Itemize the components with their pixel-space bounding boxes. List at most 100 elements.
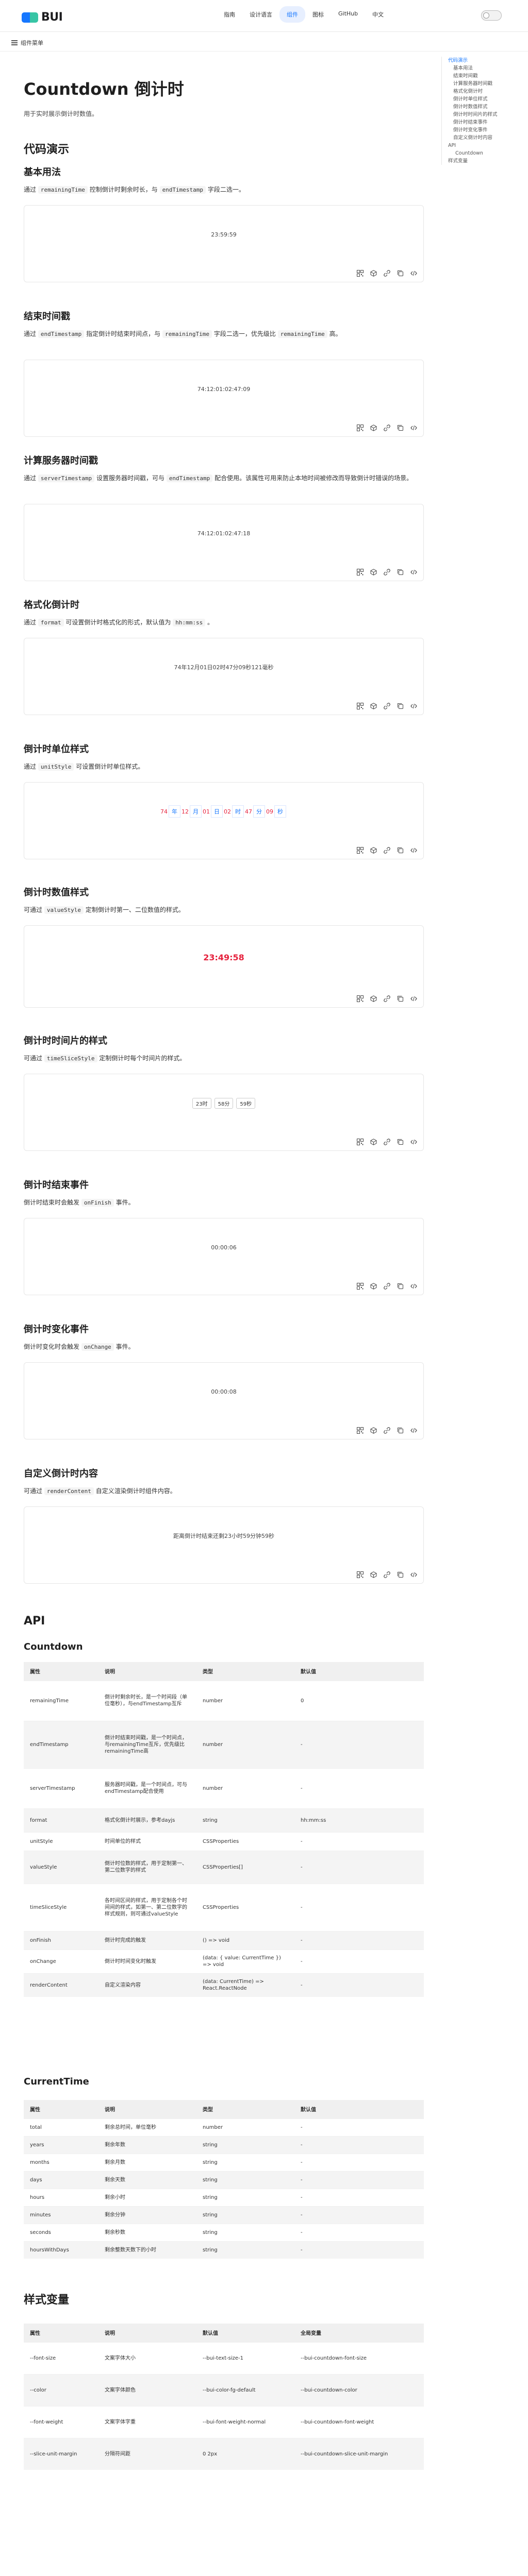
desc-text: 控制倒计时剩余时长，与: [87, 186, 160, 193]
page-intro: 用于实时展示倒计时数值。: [24, 110, 98, 117]
qrcode-icon[interactable]: [357, 1427, 364, 1434]
toc-item[interactable]: 样式变量: [448, 157, 519, 165]
qrcode-icon[interactable]: [357, 1571, 364, 1578]
table-cell: -: [294, 1949, 424, 1973]
logo[interactable]: BUI: [22, 11, 63, 24]
table-cell: number: [196, 1680, 294, 1721]
qrcode-icon[interactable]: [357, 425, 364, 431]
desc-text: 可设置倒计时单位样式。: [74, 763, 144, 770]
code-icon[interactable]: [410, 270, 417, 277]
copy-icon[interactable]: [397, 995, 404, 1002]
nav-item-0[interactable]: 指南: [217, 6, 242, 23]
sub-bar: 组件菜单: [0, 32, 528, 52]
code-icon[interactable]: [410, 1283, 417, 1290]
toc-item[interactable]: 倒计时数值样式: [448, 103, 519, 111]
toc-item[interactable]: 代码演示: [448, 57, 519, 64]
toc-item[interactable]: 自定义倒计时内容: [448, 134, 519, 142]
nav-item-2[interactable]: 组件: [279, 6, 305, 23]
codesandbox-icon[interactable]: [370, 1139, 377, 1145]
table-row: remainingTime 倒计时剩余时长，是一个时间段（单位毫秒），与endTi…: [24, 1680, 424, 1721]
link-icon[interactable]: [384, 1139, 390, 1145]
code-icon[interactable]: [410, 995, 417, 1002]
link-icon[interactable]: [384, 270, 390, 277]
code-icon[interactable]: [410, 1571, 417, 1578]
demo-box: 74:12:01:02:47:18: [24, 504, 424, 581]
countdown-preview: 74年12月01日02时47分09秒121毫秒: [24, 638, 423, 696]
copy-icon[interactable]: [397, 1427, 404, 1434]
desc-text: 指定倒计时结束时间点，与: [84, 330, 162, 337]
link-icon[interactable]: [384, 425, 390, 431]
table-header-cell: 类型: [196, 2100, 294, 2119]
menu-icon: [11, 40, 18, 45]
table-header-cell: 属性: [24, 1662, 98, 1681]
link-icon[interactable]: [384, 847, 390, 854]
link-icon[interactable]: [384, 995, 390, 1002]
toc-item[interactable]: 格式化倒计时: [448, 88, 519, 95]
toc-item[interactable]: 倒计时时间片的样式: [448, 111, 519, 118]
code-icon[interactable]: [410, 703, 417, 709]
nav-item-3[interactable]: 图标: [305, 6, 331, 23]
demo-title: 倒计时结束事件: [24, 1180, 89, 1191]
qrcode-icon[interactable]: [357, 1139, 364, 1145]
codesandbox-icon[interactable]: [370, 425, 377, 431]
copy-icon[interactable]: [397, 569, 404, 575]
codesandbox-icon[interactable]: [370, 270, 377, 277]
toc-item[interactable]: 基本用法: [448, 64, 519, 72]
link-icon[interactable]: [384, 1571, 390, 1578]
demo-actions: [357, 847, 417, 854]
qrcode-icon[interactable]: [357, 569, 364, 575]
desc-text: 定制倒计时每个时间片的样式。: [97, 1055, 186, 1062]
codesandbox-icon[interactable]: [370, 847, 377, 854]
codesandbox-icon[interactable]: [370, 1283, 377, 1290]
toc-item[interactable]: Countdown: [448, 149, 519, 157]
code-icon[interactable]: [410, 847, 417, 854]
table-cell: years: [24, 2136, 98, 2154]
toc-item[interactable]: API: [448, 142, 519, 149]
copy-icon[interactable]: [397, 1139, 404, 1145]
copy-icon[interactable]: [397, 425, 404, 431]
qrcode-icon[interactable]: [357, 270, 364, 277]
current-time-table: 属性 说明 类型 默认值 total 剩余总时间，单位毫秒 number - years 剩余年数…: [24, 2100, 424, 2259]
demo-box: 74年12月01日02时47分09秒121毫秒: [24, 638, 424, 715]
qrcode-icon[interactable]: [357, 995, 364, 1002]
toc-item[interactable]: 倒计时结束事件: [448, 118, 519, 126]
table-cell: 时间单位的样式: [98, 1832, 196, 1851]
code-icon[interactable]: [410, 1139, 417, 1145]
codesandbox-icon[interactable]: [370, 1427, 377, 1434]
component-menu-button[interactable]: 组件菜单: [11, 39, 43, 47]
codesandbox-icon[interactable]: [370, 703, 377, 709]
toc-item[interactable]: 倒计时变化事件: [448, 126, 519, 134]
code-icon[interactable]: [410, 425, 417, 431]
toc-item[interactable]: 计算服务器时间戳: [448, 80, 519, 88]
code-icon[interactable]: [410, 1427, 417, 1434]
theme-toggle[interactable]: [481, 10, 502, 21]
codesandbox-icon[interactable]: [370, 569, 377, 575]
qrcode-icon[interactable]: [357, 703, 364, 709]
toc-item[interactable]: 结束时间戳: [448, 72, 519, 80]
nav-item-5[interactable]: 中文: [365, 6, 391, 23]
codesandbox-icon[interactable]: [370, 995, 377, 1002]
nav-item-4[interactable]: GitHub: [331, 6, 365, 23]
inline-code: serverTimestamp: [38, 474, 95, 482]
copy-icon[interactable]: [397, 1571, 404, 1578]
link-icon[interactable]: [384, 1427, 390, 1434]
countdown-value: 02: [224, 808, 231, 815]
code-icon[interactable]: [410, 569, 417, 575]
table-row: days 剩余天数 string -: [24, 2171, 424, 2189]
table-row: endTimestamp 倒计时结束时间戳，是一个时间点，与remainingTi…: [24, 1720, 424, 1768]
link-icon[interactable]: [384, 703, 390, 709]
copy-icon[interactable]: [397, 270, 404, 277]
copy-icon[interactable]: [397, 847, 404, 854]
toc-item[interactable]: 倒计时单位样式: [448, 95, 519, 103]
qrcode-icon[interactable]: [357, 847, 364, 854]
copy-icon[interactable]: [397, 703, 404, 709]
qrcode-icon[interactable]: [357, 1283, 364, 1290]
codesandbox-icon[interactable]: [370, 1571, 377, 1578]
table-cell: -: [294, 2223, 424, 2241]
link-icon[interactable]: [384, 1283, 390, 1290]
link-icon[interactable]: [384, 569, 390, 575]
countdown-unit: 年: [169, 805, 180, 818]
copy-icon[interactable]: [397, 1283, 404, 1290]
demo-title: 倒计时单位样式: [24, 744, 89, 755]
nav-item-1[interactable]: 设计语言: [242, 6, 279, 23]
